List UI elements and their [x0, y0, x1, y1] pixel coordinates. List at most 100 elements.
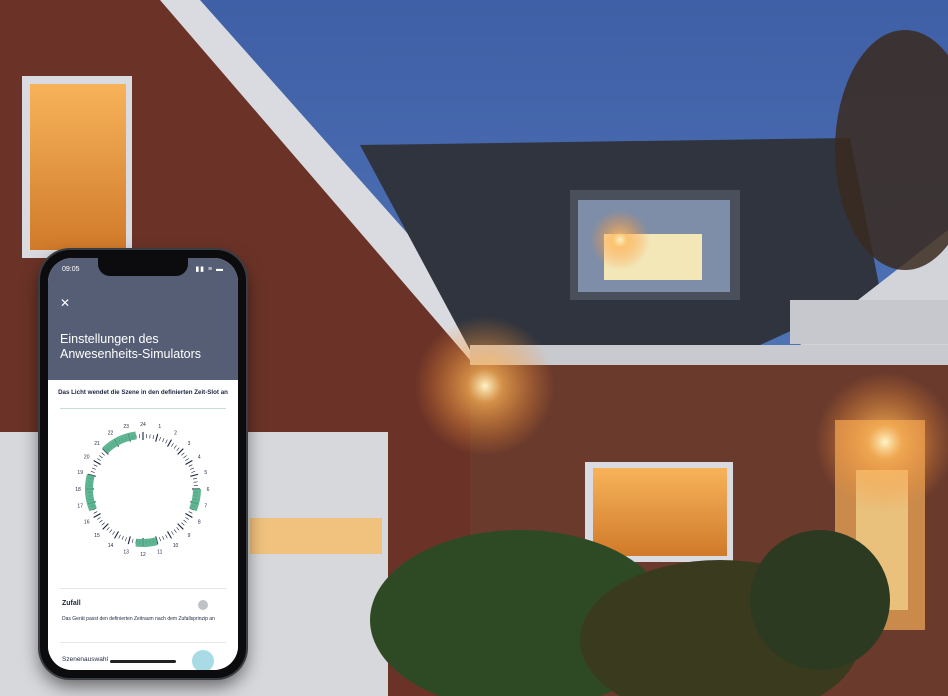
dial-active-slot[interactable]	[135, 537, 159, 547]
dial-hour-label: 10	[173, 543, 179, 549]
dial-tick	[149, 434, 151, 439]
dial-active-slot[interactable]	[85, 473, 97, 512]
dial-tick	[92, 467, 96, 470]
dial-tick	[118, 534, 121, 539]
dial-hour-label: 7	[204, 504, 207, 510]
dial-tick	[101, 522, 105, 526]
dial-tick	[183, 455, 187, 459]
dial-tick	[101, 452, 105, 456]
dial-hour-label: 19	[77, 470, 83, 476]
dial-tick	[177, 448, 184, 455]
dial-active-slot[interactable]	[189, 488, 201, 512]
dial-hour-label: 15	[94, 533, 100, 539]
schedule-caption: Das Licht wendet die Szene in den defini…	[58, 389, 228, 396]
dial-tick	[192, 477, 198, 480]
dial-tick	[112, 531, 115, 535]
status-time: 09:05	[62, 266, 80, 273]
scene-selection-button[interactable]	[192, 650, 214, 670]
dial-tick	[190, 467, 194, 470]
home-indicator	[110, 660, 176, 663]
dial-tick	[159, 537, 161, 542]
dial-tick	[185, 517, 189, 520]
zufall-description: Das Gerät passt den definierten Zeitraum…	[62, 616, 215, 622]
dial-tick	[188, 511, 193, 514]
dial-tick	[183, 519, 187, 523]
dial-tick	[109, 529, 113, 533]
dial-hour-label: 1	[158, 424, 161, 430]
dial-tick	[167, 531, 172, 539]
dial-hour-label: 8	[198, 519, 201, 525]
dial-tick	[131, 538, 134, 544]
dial-ticks	[86, 432, 200, 546]
dial-hour-label: 17	[77, 504, 83, 510]
dial-hour-label: 3	[188, 441, 191, 447]
dial-hour-label: 2	[174, 431, 177, 437]
dial-hour-label: 6	[207, 487, 210, 493]
scene-selection-label: Szenenauswahl	[62, 656, 108, 663]
dial-tick	[99, 455, 103, 459]
caption-divider	[60, 408, 226, 409]
time-slot-dial[interactable]: 24 1234567891011121314151617181920212223	[70, 416, 216, 562]
dial-tick	[165, 534, 168, 539]
dial-tick	[155, 433, 159, 442]
dial-tick	[121, 536, 124, 540]
dial-tick	[93, 464, 98, 467]
page-title: Einstellungen des Anwesenheits-Simulator…	[60, 332, 202, 361]
dial-tick	[185, 513, 193, 518]
dial-tick	[165, 439, 168, 444]
dial-tick	[162, 438, 165, 442]
dial-tick	[127, 536, 131, 545]
dial-hour-label: 16	[84, 519, 90, 525]
phone-notch	[98, 258, 188, 276]
section-divider	[60, 588, 226, 589]
dial-tick	[106, 527, 110, 531]
close-icon[interactable]: ✕	[60, 296, 70, 310]
dial-tick	[181, 452, 185, 456]
dial-tick	[181, 522, 185, 526]
dial-tick	[177, 523, 184, 530]
dial-hour-label: 23	[123, 424, 129, 430]
dial-tick	[93, 460, 101, 465]
dial-hour-label: 20	[84, 454, 90, 460]
dial-hour-label: 22	[108, 431, 114, 437]
dial-tick	[191, 471, 196, 473]
dial-tick	[114, 531, 119, 539]
dial-tick	[185, 460, 193, 465]
dial-hour-label: 13	[123, 550, 129, 556]
dial-tick	[190, 473, 199, 477]
dial-tick	[188, 464, 193, 467]
dial-hour-label: 11	[157, 550, 162, 556]
dial-tick	[171, 443, 174, 447]
dial-tick	[152, 434, 155, 440]
phone-screen: 09:05 ▮▮ ≡ ▬ ✕ Einstellungen des Anwesen…	[48, 258, 238, 670]
dial-hour-label: 9	[188, 533, 191, 539]
dial-tick	[97, 458, 101, 461]
status-icons: ▮▮ ≡ ▬	[195, 266, 224, 273]
dial-tick	[90, 471, 95, 473]
dial-tick	[159, 436, 161, 441]
zufall-label: Zufall	[62, 600, 81, 607]
dial-hour-label: 12	[140, 552, 146, 558]
dial-hour-labels: 24 1234567891011121314151617181920212223	[75, 422, 209, 558]
dial-hour-label: 21	[94, 441, 100, 447]
dial-tick	[193, 481, 198, 483]
section-divider	[60, 642, 226, 643]
dial-hour-label: 4	[198, 454, 201, 460]
phone-mockup: 09:05 ▮▮ ≡ ▬ ✕ Einstellungen des Anwesen…	[40, 250, 246, 678]
dial-active-slot[interactable]	[101, 431, 137, 454]
dial-tick	[93, 511, 98, 514]
dial-tick	[185, 458, 189, 461]
dial-hour-label: 24	[140, 422, 146, 428]
dial-tick	[176, 447, 180, 451]
dial-tick	[167, 439, 172, 447]
dial-tick	[125, 537, 127, 542]
dial-tick	[173, 529, 177, 533]
dial-tick	[93, 513, 101, 518]
app-header: 09:05 ▮▮ ≡ ▬ ✕ Einstellungen des Anwesen…	[48, 258, 238, 380]
dial-tick	[102, 523, 109, 530]
dial-tick	[173, 445, 177, 449]
dial-tick	[171, 531, 174, 535]
dial-tick	[97, 517, 101, 520]
zufall-toggle[interactable]	[198, 600, 208, 610]
settings-card: Das Licht wendet die Szene in den defini…	[48, 380, 238, 670]
